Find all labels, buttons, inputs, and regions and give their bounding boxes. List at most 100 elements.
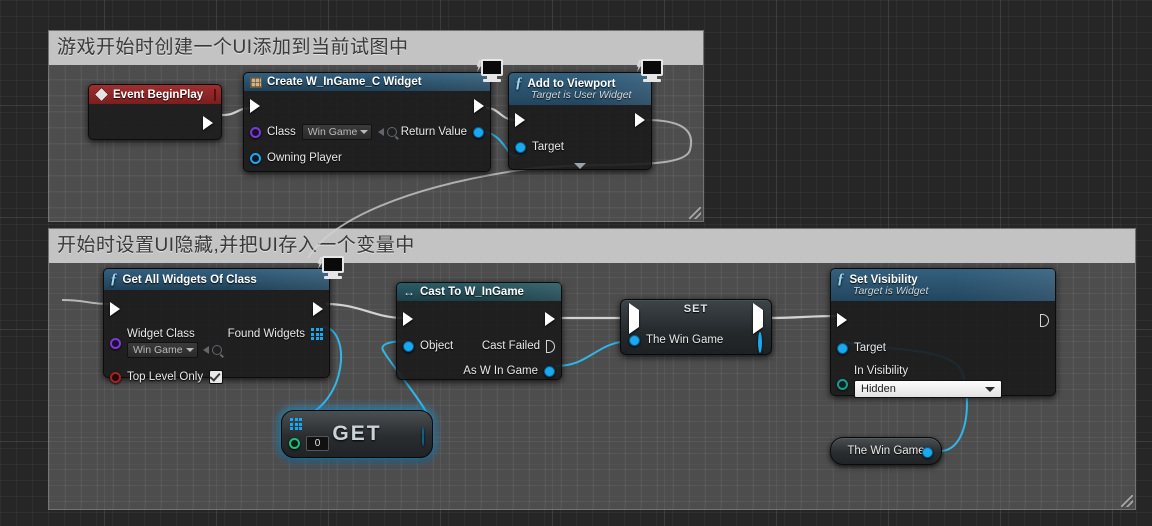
node-event-begin-play[interactable]: Event BeginPlay bbox=[88, 84, 222, 140]
row-exec bbox=[509, 109, 651, 131]
row-owning-player: Owning Player bbox=[244, 147, 490, 169]
found-widgets-array-output-pin[interactable] bbox=[311, 328, 323, 340]
row-exec bbox=[831, 309, 1055, 331]
owning-player-label: Owning Player bbox=[267, 152, 342, 164]
node-get-array-item[interactable]: 0 GET bbox=[281, 410, 433, 458]
widget-icon bbox=[250, 76, 262, 88]
row-exec bbox=[397, 308, 561, 330]
row-widget-class: Widget Class Win Game Found Widgets bbox=[104, 326, 329, 360]
browse-magnifier-icon[interactable] bbox=[211, 345, 222, 355]
widget-class-label: Widget Class bbox=[127, 328, 195, 340]
exec-input-pin[interactable] bbox=[515, 113, 525, 127]
widget-class-select[interactable]: Win Game bbox=[127, 342, 198, 358]
node-title-event-begin-play: Event BeginPlay bbox=[113, 88, 204, 101]
in-visibility-label: In Visibility bbox=[854, 365, 909, 377]
node-subtitle-add-to-viewport: Target is User Widget bbox=[531, 89, 632, 101]
node-header-cast[interactable]: ↔ Cast To W_InGame bbox=[397, 283, 561, 301]
use-selected-arrow-icon[interactable] bbox=[202, 346, 209, 354]
element-output-pin[interactable] bbox=[422, 427, 424, 446]
node-header-set-visibility[interactable]: ƒ Set Visibility Target is Widget bbox=[831, 269, 1055, 301]
browse-magnifier-icon[interactable] bbox=[387, 127, 398, 137]
function-icon: ƒ bbox=[837, 271, 845, 287]
cast-failed-label: Cast Failed bbox=[481, 340, 540, 352]
cast-arrow-icon: ↔ bbox=[403, 285, 415, 299]
blueprint-canvas[interactable]: 游戏开始时创建一个UI添加到当前试图中 开始时设置UI隐藏,并把UI存入一个变量… bbox=[0, 0, 1152, 526]
row-exec-out bbox=[89, 112, 221, 134]
exec-output-pin[interactable] bbox=[545, 312, 555, 326]
exec-output-pin[interactable] bbox=[203, 116, 213, 130]
exec-output-pin[interactable] bbox=[635, 113, 645, 127]
the-win-game-getter-label: The Win Game bbox=[847, 445, 925, 457]
node-set-the-win-game[interactable]: SET The Win Game bbox=[620, 299, 772, 355]
cast-failed-exec-pin[interactable] bbox=[546, 339, 555, 353]
as-win-game-output-pin[interactable] bbox=[544, 365, 555, 377]
exec-input-pin[interactable] bbox=[110, 302, 120, 316]
node-subtitle-set-visibility: Target is Widget bbox=[853, 285, 929, 297]
target-input-pin[interactable] bbox=[837, 342, 848, 354]
top-level-only-checkbox[interactable] bbox=[209, 370, 224, 384]
object-label: Object bbox=[420, 340, 454, 352]
exec-output-pin[interactable] bbox=[753, 303, 763, 334]
class-select[interactable]: Win Game bbox=[301, 124, 373, 140]
node-title-cast: Cast To W_InGame bbox=[420, 286, 524, 298]
event-delegate-pin[interactable] bbox=[214, 88, 217, 101]
exec-input-pin[interactable] bbox=[403, 312, 413, 326]
node-collapse-arrow-icon[interactable] bbox=[574, 163, 586, 175]
exec-input-pin[interactable] bbox=[250, 99, 260, 113]
row-class: Class Win Game Return Value bbox=[244, 121, 490, 143]
row-exec bbox=[244, 95, 490, 117]
exec-input-pin[interactable] bbox=[837, 313, 847, 327]
exec-output-pin[interactable] bbox=[474, 99, 484, 113]
node-title-add-to-viewport: Add to Viewport bbox=[527, 77, 616, 90]
node-header-create-widget[interactable]: Create W_InGame_C Widget bbox=[244, 73, 490, 91]
the-win-game-label: The Win Game bbox=[646, 334, 724, 346]
node-header-add-to-viewport[interactable]: ƒ Add to Viewport Target is User Widget bbox=[509, 73, 651, 105]
node-header-event-begin-play[interactable]: Event BeginPlay bbox=[89, 85, 221, 104]
comment-resize-handle[interactable] bbox=[1121, 495, 1133, 507]
node-title-set-visibility: Set Visibility bbox=[849, 273, 918, 286]
comment-title-create-ui[interactable]: 游戏开始时创建一个UI添加到当前试图中 bbox=[49, 31, 703, 65]
get-node-label: GET bbox=[332, 422, 382, 445]
in-visibility-input-pin[interactable] bbox=[837, 379, 848, 390]
in-visibility-select[interactable]: Hidden bbox=[854, 380, 1002, 398]
widget-class-input-pin[interactable] bbox=[110, 338, 121, 349]
node-get-all-widgets-of-class[interactable]: ƒ Get All Widgets Of Class Widget Class … bbox=[103, 268, 330, 384]
node-cast-to-w-ingame[interactable]: ↔ Cast To W_InGame Object Cast Failed As… bbox=[396, 282, 562, 380]
return-value-label: Return Value bbox=[400, 126, 467, 138]
comment-resize-handle[interactable] bbox=[689, 207, 701, 219]
class-browse-icons[interactable] bbox=[378, 127, 398, 137]
row-target: Target bbox=[509, 136, 651, 158]
the-win-game-output-pin[interactable] bbox=[758, 332, 762, 353]
as-win-game-label: As W In Game bbox=[463, 365, 538, 377]
node-title-get-all-widgets: Get All Widgets Of Class bbox=[122, 273, 257, 286]
class-input-pin[interactable] bbox=[250, 126, 261, 138]
exec-output-pin[interactable] bbox=[313, 302, 323, 316]
found-widgets-label: Found Widgets bbox=[227, 328, 305, 340]
row-object: Object Cast Failed bbox=[397, 335, 561, 357]
target-label: Target bbox=[532, 141, 564, 153]
row-in-visibility: In Visibility Hidden bbox=[831, 363, 1055, 400]
use-selected-arrow-icon[interactable] bbox=[378, 128, 385, 136]
exec-input-pin[interactable] bbox=[629, 303, 639, 334]
node-title-create-widget: Create W_InGame_C Widget bbox=[267, 76, 422, 88]
object-input-pin[interactable] bbox=[403, 340, 414, 352]
node-the-win-game-getter[interactable]: The Win Game bbox=[830, 437, 942, 465]
widget-class-browse-icons[interactable] bbox=[202, 345, 222, 355]
target-label: Target bbox=[854, 342, 886, 354]
the-win-game-output-pin[interactable] bbox=[922, 447, 933, 458]
node-set-visibility[interactable]: ƒ Set Visibility Target is Widget Target bbox=[830, 268, 1056, 398]
function-icon: ƒ bbox=[110, 271, 118, 287]
top-level-only-input-pin[interactable] bbox=[110, 371, 121, 383]
return-value-output-pin[interactable] bbox=[473, 126, 484, 138]
node-create-widget[interactable]: Create W_InGame_C Widget Class Win Game bbox=[243, 72, 491, 172]
target-input-pin[interactable] bbox=[515, 141, 526, 153]
row-as-win-game: As W In Game bbox=[397, 360, 561, 382]
top-level-only-label: Top Level Only bbox=[127, 371, 204, 383]
row-exec bbox=[104, 298, 329, 320]
owning-player-input-pin[interactable] bbox=[250, 152, 261, 164]
node-add-to-viewport[interactable]: ƒ Add to Viewport Target is User Widget … bbox=[508, 72, 652, 170]
node-header-get-all-widgets[interactable]: ƒ Get All Widgets Of Class bbox=[104, 269, 329, 290]
exec-output-pin[interactable] bbox=[1040, 313, 1049, 327]
the-win-game-input-pin[interactable] bbox=[629, 334, 640, 346]
comment-title-hide-ui[interactable]: 开始时设置UI隐藏,并把UI存入一个变量中 bbox=[49, 229, 1135, 263]
